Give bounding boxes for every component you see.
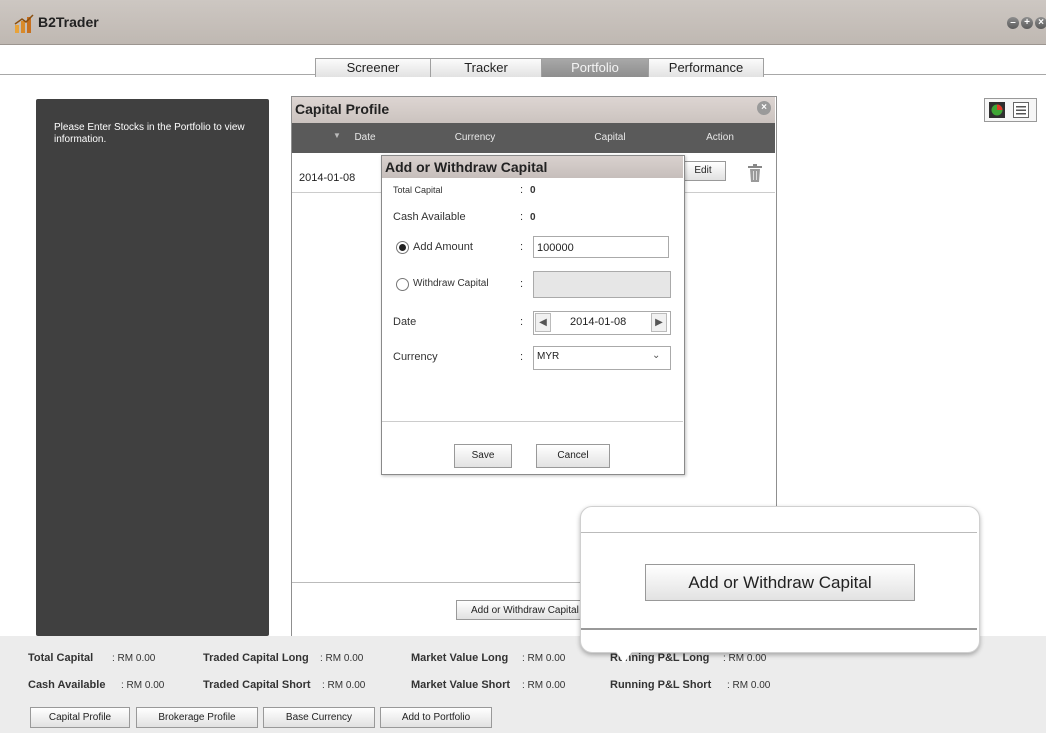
total-capital-label: Total Capital — [28, 652, 94, 664]
chevron-down-icon[interactable]: ⌄ — [652, 350, 660, 361]
running-pl-short-label: Running P&L Short — [610, 679, 712, 691]
cash-available-value: : RM 0.00 — [121, 680, 165, 691]
cancel-button[interactable]: Cancel — [536, 444, 610, 468]
base-currency-button[interactable]: Base Currency — [263, 707, 375, 728]
row-date: 2014-01-08 — [299, 172, 356, 184]
dialog-title: Add or Withdraw Capital — [385, 159, 548, 175]
capital-profile-button[interactable]: Capital Profile — [30, 707, 130, 728]
total-capital-label: Total Capital — [393, 185, 443, 195]
callout-add-withdraw-capital-button[interactable]: Add or Withdraw Capital — [645, 564, 915, 601]
running-pl-short-value: : RM 0.00 — [727, 680, 771, 691]
colon: : — [520, 184, 524, 196]
callout-divider — [581, 532, 977, 533]
market-value-short-value: : RM 0.00 — [522, 680, 566, 691]
traded-capital-long-value: : RM 0.00 — [320, 653, 364, 664]
cash-available-value: 0 — [530, 212, 536, 223]
capital-profile-title: Capital Profile — [295, 101, 390, 117]
colon: : — [520, 278, 524, 290]
edit-button[interactable]: Edit — [680, 161, 726, 181]
pie-chart-icon[interactable] — [989, 102, 1005, 118]
total-capital-value: : RM 0.00 — [112, 653, 156, 664]
add-amount-radio[interactable] — [396, 241, 409, 254]
colon: : — [520, 351, 524, 363]
portfolio-info-panel — [36, 99, 269, 636]
add-withdraw-capital-button[interactable]: Add or Withdraw Capital — [456, 600, 584, 620]
save-button[interactable]: Save — [454, 444, 512, 468]
sort-icon[interactable]: ▼ — [333, 131, 341, 140]
dialog-divider — [382, 421, 683, 422]
currency-label: Currency — [393, 351, 438, 363]
add-amount-label: Add Amount — [413, 241, 473, 253]
tab-portfolio[interactable]: Portfolio — [541, 58, 649, 77]
close-icon[interactable]: × — [757, 101, 771, 115]
date-value: 2014-01-08 — [570, 316, 627, 328]
withdraw-capital-label: Withdraw Capital — [413, 278, 489, 289]
column-header-capital: Capital — [594, 132, 626, 143]
colon: : — [520, 211, 524, 223]
maximize-icon[interactable]: + — [1021, 17, 1033, 29]
tab-screener[interactable]: Screener — [315, 58, 431, 77]
market-value-long-label: Market Value Long — [411, 652, 509, 664]
currency-value: MYR — [537, 351, 560, 362]
app-logo-icon — [14, 14, 34, 33]
previous-date-arrow-icon[interactable]: ◀ — [535, 313, 551, 332]
column-header-date[interactable]: Date — [345, 132, 385, 143]
add-to-portfolio-button[interactable]: Add to Portfolio — [380, 707, 492, 728]
traded-capital-short-value: : RM 0.00 — [322, 680, 366, 691]
tab-performance[interactable]: Performance — [648, 58, 764, 77]
cash-available-label: Cash Available — [28, 679, 106, 691]
column-header-currency: Currency — [454, 132, 496, 143]
colon: : — [520, 316, 524, 328]
date-label: Date — [393, 316, 417, 328]
running-pl-long-value: : RM 0.00 — [723, 653, 767, 664]
tab-tracker[interactable]: Tracker — [430, 58, 542, 77]
close-icon[interactable]: × — [1035, 17, 1046, 29]
traded-capital-long-label: Traded Capital Long — [203, 652, 309, 664]
add-amount-input[interactable]: 100000 — [533, 236, 669, 258]
traded-capital-short-label: Traded Capital Short — [203, 679, 311, 691]
minimize-icon[interactable]: – — [1007, 17, 1019, 29]
empty-portfolio-message: Please Enter Stocks in the Portfolio to … — [54, 122, 245, 145]
callout-pointer — [614, 649, 634, 663]
withdraw-capital-radio[interactable] — [396, 278, 409, 291]
cash-available-label: Cash Available — [393, 211, 466, 223]
market-value-short-label: Market Value Short — [411, 679, 511, 691]
app-title: B2Trader — [38, 14, 99, 30]
withdraw-capital-input[interactable] — [533, 271, 671, 298]
callout-divider — [581, 628, 977, 630]
market-value-long-value: : RM 0.00 — [522, 653, 566, 664]
list-view-icon[interactable] — [1013, 102, 1029, 118]
total-capital-value: 0 — [530, 185, 536, 196]
colon: : — [520, 241, 524, 253]
next-date-arrow-icon[interactable]: ▶ — [651, 313, 667, 332]
column-header-action: Action — [706, 132, 734, 143]
brokerage-profile-button[interactable]: Brokerage Profile — [136, 707, 258, 728]
trash-icon[interactable] — [748, 164, 762, 182]
title-bar — [0, 0, 1046, 45]
